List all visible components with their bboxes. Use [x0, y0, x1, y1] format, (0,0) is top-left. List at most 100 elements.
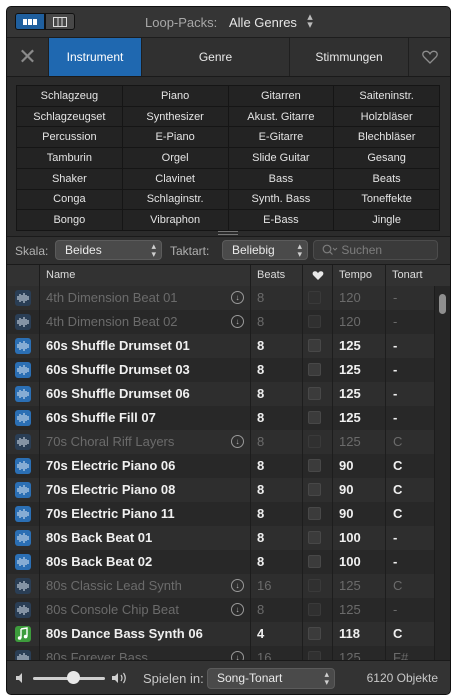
keyword-button[interactable]: Bongo [17, 210, 122, 230]
scrollbar-thumb[interactable] [439, 294, 446, 314]
table-row[interactable]: 60s Shuffle Fill 07 8 125 - [7, 406, 434, 430]
table-row[interactable]: 70s Choral Riff Layers ↓ 8 125 C [7, 430, 434, 454]
favorite-checkbox[interactable] [308, 531, 321, 544]
meter-select[interactable]: Beliebig ▴ ▾ [222, 240, 308, 260]
favorite-checkbox[interactable] [308, 483, 321, 496]
favorite-checkbox[interactable] [308, 411, 321, 424]
favorite-checkbox[interactable] [308, 435, 321, 448]
keyword-button[interactable]: Blechbläser [334, 127, 439, 148]
loop-packs-select[interactable]: Alle Genres [229, 15, 297, 30]
keyword-button[interactable]: Toneffekte [334, 189, 439, 210]
column-header-key[interactable]: Tonart [385, 265, 434, 286]
keyword-button[interactable]: Schlaginstr. [122, 189, 228, 210]
download-icon[interactable]: ↓ [231, 291, 244, 304]
column-header-name[interactable]: Name [39, 265, 250, 286]
speaker-high-icon [112, 672, 126, 684]
keyword-button[interactable]: Bass [228, 168, 334, 189]
play-in-select[interactable]: Song-Tonart ▴ ▾ [207, 668, 335, 689]
download-icon[interactable]: ↓ [231, 435, 244, 448]
audio-loop-icon [15, 650, 31, 660]
keyword-button[interactable]: Gesang [334, 148, 439, 168]
keyword-button[interactable]: Gitarren [228, 86, 334, 106]
keyword-button[interactable]: Jingle [334, 210, 439, 230]
column-header-type[interactable] [7, 265, 39, 286]
keyword-button[interactable]: Orgel [122, 148, 228, 168]
audio-loop-icon [15, 458, 31, 474]
audio-loop-icon [15, 530, 31, 546]
loop-beats: 8 [257, 410, 265, 425]
table-row[interactable]: 60s Shuffle Drumset 06 8 125 - [7, 382, 434, 406]
download-icon[interactable]: ↓ [231, 603, 244, 616]
tab-instrument[interactable]: Instrument [48, 38, 141, 76]
column-header-favorite[interactable] [302, 265, 332, 286]
scale-select[interactable]: Beides ▴ ▾ [55, 240, 162, 260]
favorite-checkbox[interactable] [308, 459, 321, 472]
download-icon[interactable]: ↓ [231, 651, 244, 660]
keyword-button[interactable]: Synth. Bass [228, 189, 334, 210]
keyword-button[interactable]: Synthesizer [122, 106, 228, 127]
favorite-checkbox[interactable] [308, 339, 321, 352]
column-view-button[interactable] [45, 13, 75, 30]
table-row[interactable]: 80s Dance Bass Synth 06 4 118 C [7, 622, 434, 646]
favorite-checkbox[interactable] [308, 507, 321, 520]
favorite-checkbox[interactable] [308, 651, 321, 660]
volume-slider-knob[interactable] [66, 671, 80, 684]
download-icon[interactable]: ↓ [231, 579, 244, 592]
table-row[interactable]: 80s Console Chip Beat ↓ 8 125 - [7, 598, 434, 622]
table-row[interactable]: 80s Forever Bass ↓ 16 125 F# [7, 646, 434, 660]
reset-keywords-button[interactable]: ✕ [7, 38, 48, 76]
loop-key: F# [393, 650, 409, 660]
column-header-beats[interactable]: Beats [250, 265, 302, 286]
table-row[interactable]: 80s Back Beat 01 8 100 - [7, 526, 434, 550]
tab-stimmungen[interactable]: Stimmungen [289, 38, 408, 76]
column-header-tempo[interactable]: Tempo [332, 265, 385, 286]
keyword-button[interactable]: Schlagzeug [17, 86, 122, 106]
button-view-button[interactable] [15, 13, 45, 30]
table-row[interactable]: 60s Shuffle Drumset 01 8 125 - [7, 334, 434, 358]
favorite-checkbox[interactable] [308, 579, 321, 592]
search-placeholder: Suchen [341, 243, 383, 257]
favorite-checkbox[interactable] [308, 603, 321, 616]
table-row[interactable]: 70s Electric Piano 06 8 90 C [7, 454, 434, 478]
keyword-button[interactable]: Conga [17, 189, 122, 210]
download-icon[interactable]: ↓ [231, 315, 244, 328]
favorite-checkbox[interactable] [308, 363, 321, 376]
keyword-button[interactable]: Saiteninstr. [334, 86, 439, 106]
favorites-button[interactable] [408, 38, 450, 76]
loop-packs-chevron-icon[interactable]: ▴ ▾ [305, 12, 315, 31]
table-row[interactable]: 4th Dimension Beat 02 ↓ 8 120 - [7, 310, 434, 334]
keyword-button[interactable]: Beats [334, 168, 439, 189]
favorite-checkbox[interactable] [308, 291, 321, 304]
keyword-button[interactable]: Schlagzeugset [17, 106, 122, 127]
keyword-button[interactable]: Vibraphon [122, 210, 228, 230]
favorite-checkbox[interactable] [308, 555, 321, 568]
tab-genre[interactable]: Genre [141, 38, 289, 76]
keyword-button[interactable]: E-Bass [228, 210, 334, 230]
favorite-checkbox[interactable] [308, 315, 321, 328]
table-row[interactable]: 70s Electric Piano 08 8 90 C [7, 478, 434, 502]
keyword-button[interactable]: Percussion [17, 127, 122, 148]
loop-name: 60s Shuffle Drumset 01 [46, 338, 190, 353]
keyword-button[interactable]: E-Piano [122, 127, 228, 148]
vertical-scrollbar[interactable] [434, 286, 450, 660]
table-row[interactable]: 60s Shuffle Drumset 03 8 125 - [7, 358, 434, 382]
keyword-button[interactable]: Shaker [17, 168, 122, 189]
favorite-checkbox[interactable] [308, 387, 321, 400]
splitter-handle[interactable] [218, 231, 238, 235]
keyword-button[interactable]: Slide Guitar [228, 148, 334, 168]
loop-beats: 8 [257, 338, 265, 353]
keyword-button[interactable]: Tamburin [17, 148, 122, 168]
keyword-button[interactable]: Clavinet [122, 168, 228, 189]
table-row[interactable]: 70s Electric Piano 11 8 90 C [7, 502, 434, 526]
table-row[interactable]: 4th Dimension Beat 01 ↓ 8 120 - [7, 286, 434, 310]
keyword-button[interactable]: Holzbläser [334, 106, 439, 127]
table-row[interactable]: 80s Back Beat 02 8 100 - [7, 550, 434, 574]
audio-loop-icon [15, 602, 31, 618]
table-row[interactable]: 80s Classic Lead Synth ↓ 16 125 C [7, 574, 434, 598]
keyword-button[interactable]: Piano [122, 86, 228, 106]
keyword-button[interactable]: Akust. Gitarre [228, 106, 334, 127]
search-input[interactable]: Suchen [313, 240, 438, 260]
favorite-checkbox[interactable] [308, 627, 321, 640]
keyword-button[interactable]: E-Gitarre [228, 127, 334, 148]
loop-tempo: 100 [339, 530, 361, 545]
